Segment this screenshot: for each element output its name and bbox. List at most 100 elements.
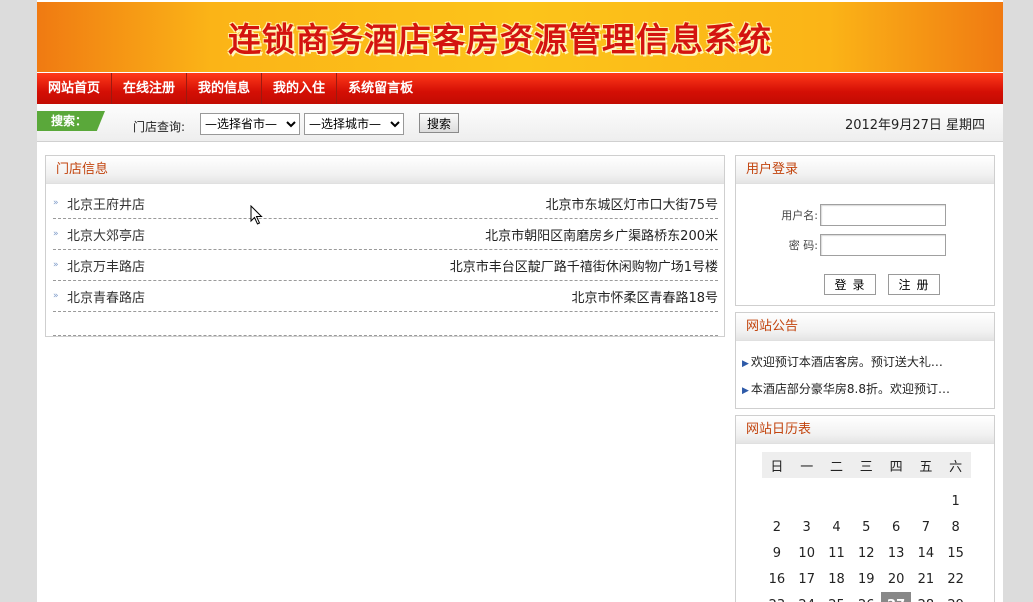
calendar-day[interactable]: 25 — [822, 592, 852, 602]
store-name-link[interactable]: 北京王府井店 — [67, 194, 145, 213]
store-query-label: 门店查询: — [133, 120, 186, 134]
calendar-day[interactable]: 9 — [762, 540, 792, 566]
nav-my-info[interactable]: 我的信息 — [187, 73, 263, 104]
register-button[interactable]: 注册 — [888, 274, 940, 295]
calendar-week: 9 10 11 12 13 14 15 — [762, 540, 971, 566]
store-info-title: 门店信息 — [46, 156, 724, 184]
weekday-header: 五 — [910, 452, 941, 478]
double-chevron-icon: » — [53, 260, 59, 270]
calendar-day[interactable]: 2 — [762, 514, 792, 540]
mouse-pointer-icon — [250, 205, 263, 225]
province-select[interactable]: —选择省市— — [200, 113, 300, 135]
double-chevron-icon: » — [53, 229, 59, 239]
login-panel: 用户登录 用户名: 密 码: 登录 注册 — [735, 155, 995, 306]
notice-text: 欢迎预订本酒店客房。预订送大礼… — [750, 355, 943, 369]
calendar-day[interactable]: 3 — [792, 514, 822, 540]
notice-item[interactable]: ▶ 欢迎预订本酒店客房。预订送大礼… — [742, 349, 994, 376]
store-name-link[interactable]: 北京大郊亭店 — [67, 225, 145, 244]
calendar-day[interactable]: 11 — [822, 540, 852, 566]
calendar-week: 23242526272829 — [762, 592, 971, 602]
city-select[interactable]: —选择城市— — [304, 113, 404, 135]
site-banner: 连锁商务酒店客房资源管理信息系统 — [37, 2, 1003, 72]
calendar-day — [762, 488, 792, 514]
store-address: 北京市怀柔区青春路18号 — [571, 290, 718, 306]
calendar-day[interactable]: 20 — [881, 566, 911, 592]
site-title: 连锁商务酒店客房资源管理信息系统 — [228, 20, 772, 59]
search-tag: 搜索： — [37, 111, 105, 131]
store-name-link[interactable]: 北京青春路店 — [67, 287, 145, 306]
username-input[interactable] — [820, 204, 946, 226]
calendar-spacer — [762, 478, 971, 488]
nav-home[interactable]: 网站首页 — [37, 73, 113, 104]
weekday-header: 一 — [791, 452, 822, 478]
calendar-day[interactable]: 18 — [822, 566, 852, 592]
page: 连锁商务酒店客房资源管理信息系统 网站首页 在线注册 我的信息 我的入住 系统留… — [37, 0, 1003, 602]
store-address: 北京市朝阳区南磨房乡广渠路桥东200米 — [485, 228, 718, 244]
calendar-today[interactable]: 27 — [881, 592, 911, 602]
calendar-day — [881, 488, 911, 514]
list-divider — [53, 312, 718, 336]
nav-my-checkin[interactable]: 我的入住 — [262, 73, 338, 104]
weekday-header: 二 — [821, 452, 852, 478]
notice-title: 网站公告 — [736, 313, 994, 341]
login-title: 用户登录 — [736, 156, 994, 184]
calendar-week: 1 — [762, 488, 971, 514]
calendar-day[interactable]: 23 — [762, 592, 792, 602]
weekday-row: 日 一 二 三 四 五 六 — [762, 452, 971, 478]
main-nav: 网站首页 在线注册 我的信息 我的入住 系统留言板 — [37, 73, 1003, 104]
search-bar: 搜索： 门店查询: —选择省市— —选择城市— 搜索 2012年9月27日 星期… — [37, 104, 1003, 142]
calendar-day[interactable]: 14 — [911, 540, 941, 566]
calendar-day[interactable]: 7 — [911, 514, 941, 540]
weekday-header: 日 — [762, 452, 792, 478]
store-address: 北京市丰台区靛厂路千禧街休闲购物广场1号楼 — [449, 259, 718, 275]
list-item: » 北京王府井店 北京市东城区灯市口大街75号 — [53, 188, 718, 219]
store-address: 北京市东城区灯市口大街75号 — [545, 197, 718, 213]
calendar-day[interactable]: 8 — [941, 514, 971, 540]
double-chevron-icon: » — [53, 291, 59, 301]
calendar-body: 1234567891011121314151617181920212223242… — [762, 478, 971, 602]
calendar-day[interactable]: 1 — [941, 488, 971, 514]
calendar-day[interactable]: 29 — [941, 592, 971, 602]
arrow-right-icon: ▶ — [742, 359, 749, 369]
calendar-day[interactable]: 21 — [911, 566, 941, 592]
password-input[interactable] — [820, 234, 946, 256]
username-label: 用户名: — [781, 209, 818, 222]
calendar-day[interactable]: 10 — [792, 540, 822, 566]
calendar-day[interactable]: 26 — [851, 592, 881, 602]
weekday-header: 三 — [851, 452, 882, 478]
store-list: » 北京王府井店 北京市东城区灯市口大街75号 » 北京大郊亭店 北京市朝阳区南磨房… — [46, 184, 724, 336]
calendar-week: 16 17 18 19 20 21 22 — [762, 566, 971, 592]
calendar-day[interactable]: 12 — [851, 540, 881, 566]
calendar-day — [911, 488, 941, 514]
calendar-day — [851, 488, 881, 514]
calendar-day[interactable]: 24 — [792, 592, 822, 602]
store-info-panel: 门店信息 » 北京王府井店 北京市东城区灯市口大街75号 » 北京大郊亭店 北京市朝… — [45, 155, 725, 337]
login-button[interactable]: 登录 — [824, 274, 876, 295]
calendar-day[interactable]: 13 — [881, 540, 911, 566]
calendar-day[interactable]: 6 — [881, 514, 911, 540]
password-label: 密 码: — [788, 239, 818, 252]
search-button[interactable]: 搜索 — [419, 113, 459, 133]
nav-message-board[interactable]: 系统留言板 — [337, 73, 424, 104]
current-date: 2012年9月27日 星期四 — [844, 118, 985, 133]
calendar-day[interactable]: 17 — [792, 566, 822, 592]
calendar-day — [822, 488, 852, 514]
calendar-day[interactable]: 19 — [851, 566, 881, 592]
calendar-day — [792, 488, 822, 514]
calendar-title: 网站日历表 — [736, 416, 994, 444]
nav-register[interactable]: 在线注册 — [112, 73, 188, 104]
username-row: 用户名: — [736, 204, 946, 226]
list-item: » 北京万丰路店 北京市丰台区靛厂路千禧街休闲购物广场1号楼 — [53, 250, 718, 281]
weekday-header: 四 — [881, 452, 911, 478]
notice-item[interactable]: ▶ 本酒店部分豪华房8.8折。欢迎预订… — [742, 376, 994, 403]
calendar-day[interactable]: 4 — [822, 514, 852, 540]
calendar-week: 2345678 — [762, 514, 971, 540]
calendar-day[interactable]: 22 — [941, 566, 971, 592]
calendar-day[interactable]: 16 — [762, 566, 792, 592]
list-item: » 北京青春路店 北京市怀柔区青春路18号 — [53, 281, 718, 312]
store-name-link[interactable]: 北京万丰路店 — [67, 256, 145, 275]
calendar-day[interactable]: 5 — [851, 514, 881, 540]
arrow-right-icon: ▶ — [742, 386, 749, 396]
calendar-day[interactable]: 15 — [941, 540, 971, 566]
calendar-day[interactable]: 28 — [911, 592, 941, 602]
